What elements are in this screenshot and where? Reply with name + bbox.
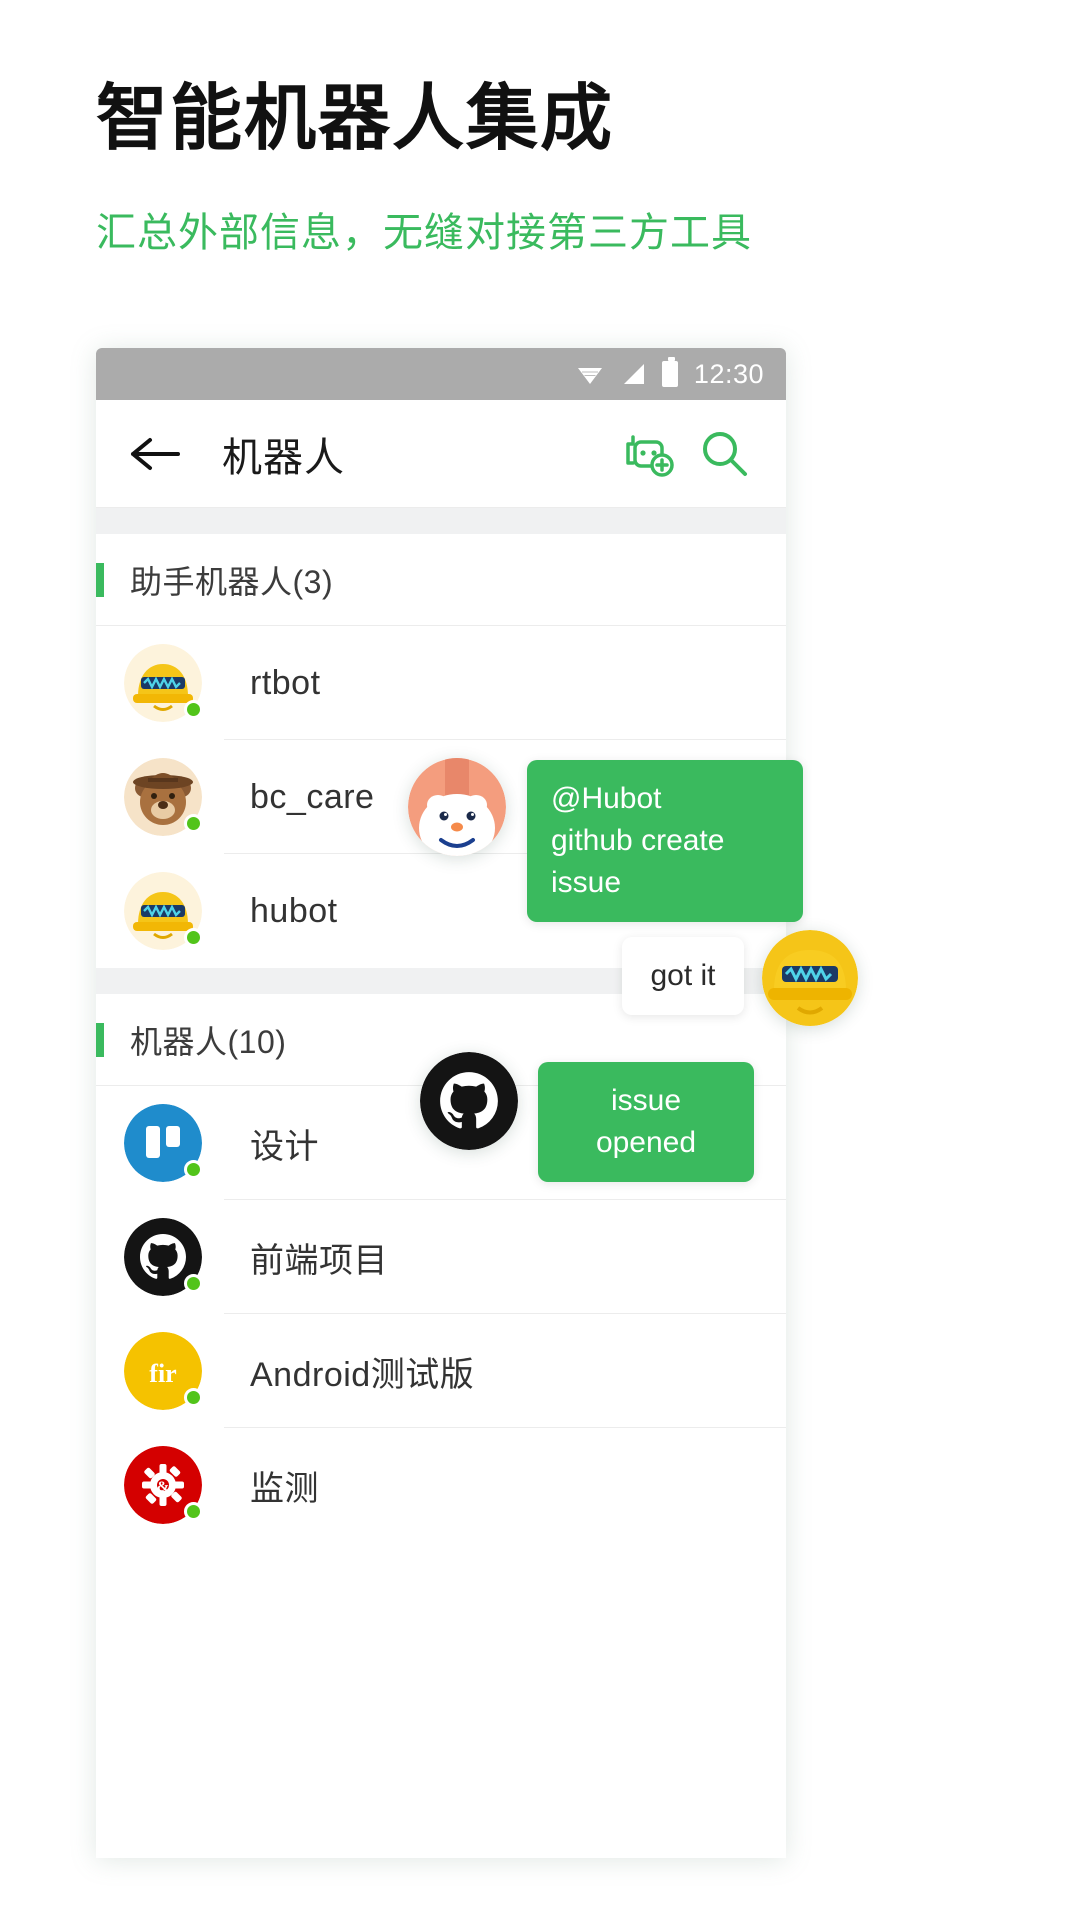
list-item-label: 前端项目 xyxy=(250,1241,388,1280)
add-robot-icon[interactable] xyxy=(618,423,680,485)
list-item-label: Android测试版 xyxy=(250,1355,475,1394)
online-dot xyxy=(184,814,203,833)
avatar xyxy=(124,758,203,836)
list-gap-band xyxy=(96,508,786,534)
signal-icon xyxy=(623,364,644,384)
online-dot xyxy=(184,928,203,947)
svg-text:fir: fir xyxy=(149,1359,176,1388)
back-arrow-icon[interactable] xyxy=(126,426,182,482)
section-header-assistant-bots: 助手机器人(3) xyxy=(96,534,786,626)
section-label: 机器人(10) xyxy=(130,1023,287,1060)
section-label: 助手机器人(3) xyxy=(130,563,334,600)
overlay-avatar-github xyxy=(420,1052,518,1150)
app-toolbar: 机器人 xyxy=(96,400,786,508)
list-item-label: 监测 xyxy=(250,1469,319,1508)
online-dot xyxy=(184,1274,203,1293)
section-accent-bar xyxy=(96,562,104,597)
chat-bubble-ack: got it xyxy=(622,937,744,1015)
wifi-icon xyxy=(577,368,602,384)
toolbar-title: 机器人 xyxy=(222,435,345,480)
promo-page: 智能机器人集成 汇总外部信息，无缝对接第三方工具 12:30 机器人 助手机器人… xyxy=(0,0,1080,1920)
avatar xyxy=(124,872,203,950)
avatar: & xyxy=(124,1446,203,1524)
list-item[interactable]: & 监测 xyxy=(96,1428,786,1542)
search-icon[interactable] xyxy=(694,423,756,485)
avatar: fir xyxy=(124,1332,203,1410)
page-title: 智能机器人集成 xyxy=(96,79,615,159)
list-item-label: bc_care xyxy=(250,777,375,816)
list-item[interactable]: 前端项目 xyxy=(96,1200,786,1314)
list-item-label: hubot xyxy=(250,891,338,930)
list-item[interactable]: fir Android测试版 xyxy=(96,1314,786,1428)
list-item[interactable]: rtbot xyxy=(96,626,786,740)
chat-bubble-result: issue opened xyxy=(538,1062,754,1182)
svg-text:&: & xyxy=(157,1479,170,1495)
list-item-label: 设计 xyxy=(250,1127,319,1166)
online-dot xyxy=(184,1388,203,1407)
overlay-avatar-bear xyxy=(408,758,506,856)
page-subtitle: 汇总外部信息，无缝对接第三方工具 xyxy=(96,211,752,255)
status-time: 12:30 xyxy=(693,358,764,389)
chat-bubble-command: @Hubot github create issue xyxy=(527,760,803,922)
list-item-label: rtbot xyxy=(250,663,321,702)
online-dot xyxy=(184,700,203,719)
overlay-avatar-hubot xyxy=(762,930,858,1026)
online-dot xyxy=(184,1502,203,1521)
battery-icon xyxy=(661,357,678,387)
online-dot xyxy=(184,1160,203,1179)
avatar xyxy=(124,1104,203,1182)
avatar xyxy=(124,1218,203,1296)
avatar xyxy=(124,644,203,722)
section-accent-bar xyxy=(96,1022,104,1057)
status-bar: 12:30 xyxy=(96,348,786,400)
